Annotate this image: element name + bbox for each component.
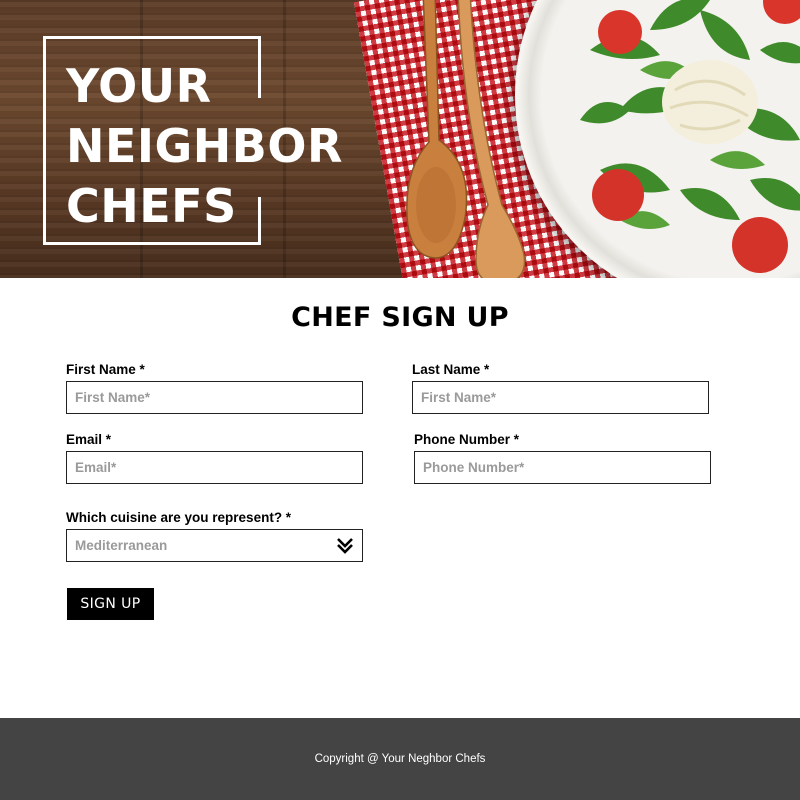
sign-up-button[interactable]: SIGN UP <box>67 588 154 620</box>
last-name-input[interactable]: First Name* <box>412 381 709 414</box>
footer: Copyright @ Your Neghbor Chefs <box>0 718 800 800</box>
double-chevron-down-icon <box>337 537 353 554</box>
email-label: Email * <box>66 432 112 447</box>
salad-image <box>580 0 800 273</box>
phone-label: Phone Number * <box>414 432 520 447</box>
email-input[interactable]: Email* <box>66 451 363 484</box>
cuisine-select[interactable]: Mediterranean <box>66 529 363 562</box>
cuisine-label: Which cuisine are you represent? * <box>66 510 292 525</box>
first-name-label: First Name * <box>66 362 145 377</box>
last-name-label: Last Name * <box>412 362 490 377</box>
last-name-group: Last Name * First Name* <box>412 362 709 414</box>
hero-banner: YOUR NEIGHBOR CHEFS <box>0 0 800 278</box>
first-name-group: First Name * First Name* <box>66 362 363 414</box>
cuisine-selected-value: Mediterranean <box>75 538 168 553</box>
email-placeholder: Email* <box>75 460 117 475</box>
phone-input[interactable]: Phone Number* <box>414 451 711 484</box>
first-name-placeholder: First Name* <box>75 390 151 405</box>
hero-title-line: CHEFS <box>66 179 237 233</box>
first-name-input[interactable]: First Name* <box>66 381 363 414</box>
email-group: Email * Email* <box>66 432 363 484</box>
copyright-text: Copyright @ Your Neghbor Chefs <box>314 753 486 765</box>
phone-placeholder: Phone Number* <box>423 460 525 475</box>
hero-title-line: YOUR <box>66 59 212 113</box>
hero-title-line: NEIGHBOR <box>66 119 343 173</box>
last-name-placeholder: First Name* <box>421 390 497 405</box>
phone-group: Phone Number * Phone Number* <box>414 432 711 484</box>
hero-title: YOUR NEIGHBOR CHEFS <box>66 56 343 236</box>
form-heading: CHEF SIGN UP <box>291 302 509 333</box>
cuisine-group: Which cuisine are you represent? * Medit… <box>66 510 363 562</box>
